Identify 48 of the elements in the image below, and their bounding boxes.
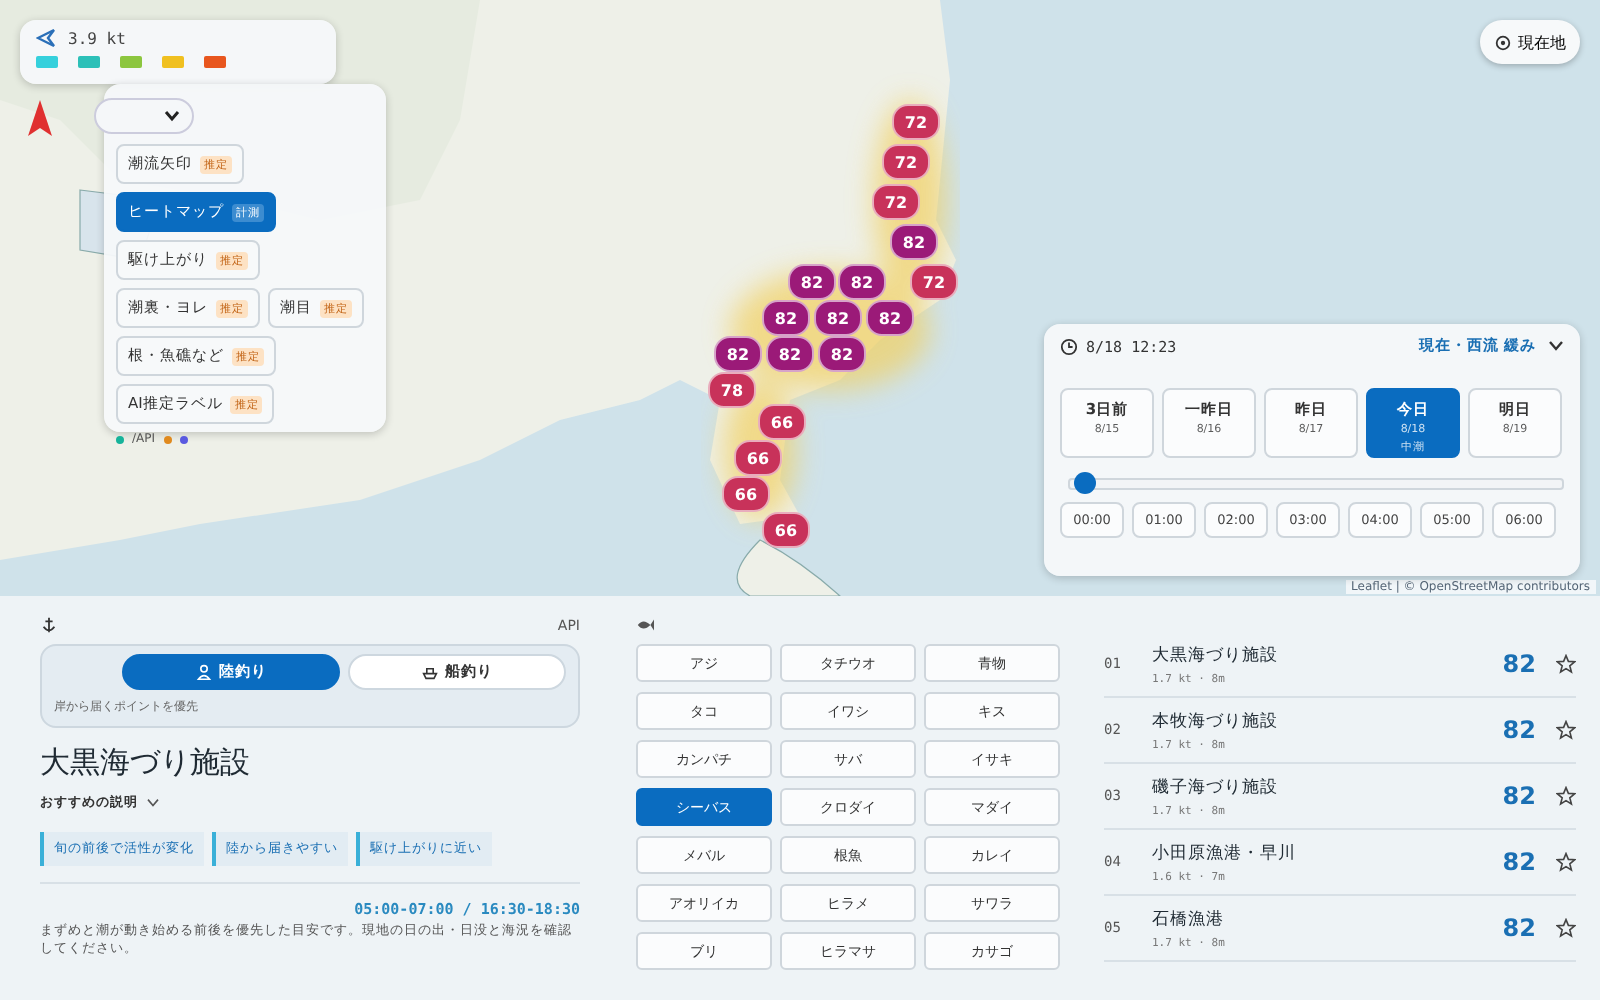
star-icon[interactable] [1556, 852, 1576, 872]
crosshair-icon [1494, 33, 1512, 51]
cluster-marker[interactable]: 82 [890, 224, 938, 260]
star-icon[interactable] [1556, 918, 1576, 938]
cluster-marker[interactable]: 82 [788, 264, 836, 300]
spot-name[interactable]: 小田原漁港・早川 [1152, 841, 1483, 865]
spot-score: 82 [1502, 782, 1536, 810]
cluster-marker[interactable]: 72 [872, 184, 920, 220]
cluster-marker[interactable]: 82 [814, 300, 862, 336]
cluster-marker[interactable]: 72 [910, 264, 958, 300]
star-icon[interactable] [1556, 786, 1576, 806]
anchor-icon [40, 616, 58, 634]
spot-score: 82 [1502, 650, 1536, 678]
person-icon [195, 664, 211, 680]
cluster-marker[interactable]: 82 [766, 336, 814, 372]
slider-thumb[interactable] [1074, 472, 1097, 494]
boat-icon [421, 664, 437, 680]
cluster-marker[interactable]: 82 [762, 300, 810, 336]
spot-score: 82 [1502, 716, 1536, 744]
spot-name[interactable]: 本牧海づり施設 [1152, 709, 1483, 733]
cluster-marker[interactable]: 82 [818, 336, 866, 372]
cluster-marker[interactable]: 82 [714, 336, 762, 372]
chevron-down-icon [164, 110, 180, 122]
spot-score: 82 [1502, 848, 1536, 876]
locate-button[interactable]: 現在地 [1480, 20, 1580, 64]
spot-name[interactable]: 大黒海づり施設 [1152, 643, 1483, 667]
spot-name[interactable]: 石橋漁港 [1152, 907, 1483, 931]
spot-title: 大黒海づり施設 [40, 744, 252, 782]
fish-icon [636, 616, 654, 634]
cluster-marker[interactable]: 66 [734, 440, 782, 476]
star-icon[interactable] [1556, 654, 1576, 674]
star-icon[interactable] [1556, 720, 1576, 740]
cluster-marker[interactable]: 82 [866, 300, 914, 336]
navigation-arrow-icon [36, 28, 56, 48]
cluster-marker[interactable]: 66 [758, 404, 806, 440]
spot-name[interactable]: 磯子海づり施設 [1152, 775, 1483, 799]
time-slider-track[interactable] [1068, 478, 1564, 490]
chevron-down-icon [146, 798, 160, 808]
speed-text: 3.9 kt [68, 29, 126, 47]
cluster-marker[interactable]: 78 [708, 372, 756, 408]
cluster-marker[interactable]: 66 [722, 476, 770, 512]
chevron-down-icon[interactable] [1548, 340, 1564, 352]
cluster-marker[interactable]: 72 [882, 144, 930, 180]
cluster-marker[interactable]: 66 [762, 512, 810, 548]
cluster-marker[interactable]: 82 [838, 264, 886, 300]
spot-score: 82 [1502, 914, 1536, 942]
cluster-marker[interactable]: 72 [892, 104, 940, 140]
clock-icon [1060, 337, 1078, 355]
